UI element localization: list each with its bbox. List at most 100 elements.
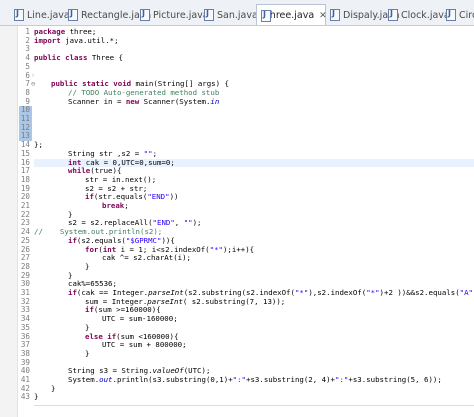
close-icon[interactable]: ✕ (319, 11, 327, 21)
code-text: ; (152, 148, 158, 158)
code-text: } (68, 270, 73, 280)
code-text: }; (34, 140, 43, 150)
fold-marker-icon[interactable]: ◦ (31, 72, 35, 81)
comment: // (34, 227, 43, 237)
code-text: UTC = sum + 800000; (102, 340, 187, 350)
code-text: cak%=65536; (68, 279, 117, 289)
code-line: UTC = sum + 800000; (102, 340, 187, 350)
java-file-icon (68, 9, 78, 21)
code-text: Three { (87, 53, 124, 63)
code-text: Scanner in = (68, 96, 126, 106)
code-text: )+2 ))&&s2.equals( (379, 288, 460, 297)
code-text: +s3.substring(5, 6)); (348, 375, 442, 384)
keyword: while (68, 166, 91, 176)
code-text: (sum <160000){ (116, 331, 179, 341)
code-text: } (85, 261, 90, 271)
keyword: int (68, 157, 82, 167)
code-text: cak ^= s2.charAt(i); (102, 253, 191, 263)
code-text: )){ (161, 235, 175, 245)
code-text: ( s2.substring(7, 13)); (182, 296, 286, 306)
tab-label: San.java (217, 9, 258, 21)
editor-bottom-divider (34, 405, 474, 406)
keyword: package (34, 27, 66, 36)
keyword: if (85, 192, 94, 202)
tab-label: Line.java (27, 9, 70, 21)
code-text: ),s2.indexOf( (308, 288, 367, 297)
code-text: sum = Integer. (85, 296, 148, 306)
code-line: cak ^= s2.charAt(i); (102, 253, 191, 263)
tab-clock-java[interactable]: Clock.java (388, 4, 450, 25)
code-text: three; (65, 27, 97, 36)
code-line: import java.util.*; (34, 35, 119, 46)
code-line: if(str.equals("END")) (85, 192, 179, 202)
code-line: public class Three { (34, 53, 124, 63)
static-method: parseInt (147, 296, 183, 306)
code-text: (true){ (90, 166, 122, 176)
code-line: Scanner in = new Scanner(System.in (68, 96, 220, 107)
string-literal: "A" (459, 288, 473, 297)
code-text: UTC = sum-160000; (102, 314, 178, 324)
tab-three-java[interactable]: Three.java ✕ (256, 4, 327, 25)
code-text: } (34, 392, 39, 402)
code-text: (s2.substring(s2.indexOf( (183, 288, 295, 297)
code-text: );i++){ (222, 244, 255, 254)
code-text: java.util.*; (60, 35, 119, 45)
tab-line-java[interactable]: Line.java (14, 4, 70, 25)
keyword: int (102, 244, 117, 254)
keyword: else if (85, 331, 117, 341)
static-method: valueOf (152, 366, 184, 376)
java-file-icon (204, 9, 214, 21)
code-text: (sum >=160000){ (93, 305, 161, 315)
keyword: break (102, 201, 125, 210)
tab-label: Three.java (264, 10, 315, 21)
java-file-icon (446, 9, 456, 21)
code-line: }; (34, 140, 43, 150)
tab-rectangle-java[interactable]: Rectangle.java (68, 4, 151, 25)
code-line: } (51, 383, 56, 394)
line-number: 43 (20, 392, 30, 402)
string-literal: "" (183, 218, 193, 228)
tab-circle[interactable]: Circle (446, 4, 474, 25)
keyword: if (68, 288, 77, 297)
java-file-icon (140, 9, 150, 21)
keyword: public class (34, 53, 88, 63)
code-text: ; (124, 201, 129, 210)
code-text: s2 = s2.replaceAll( (68, 218, 153, 228)
tab-san-java[interactable]: San.java (204, 4, 258, 25)
string-literal: "" (143, 148, 153, 158)
code-text: String s3 = String. (68, 366, 153, 376)
collapse-icon[interactable]: ⊖ (31, 80, 35, 89)
java-file-icon (330, 9, 340, 21)
code-text: (cak == Integer. (76, 288, 149, 297)
code-text: Scanner(System. (139, 96, 211, 106)
field: in (210, 96, 220, 106)
string-literal: "*" (366, 288, 380, 297)
tab-label: Picture.java (153, 9, 209, 21)
code-text: , (174, 218, 184, 228)
tab-label: Clock.java (401, 9, 450, 21)
code-text: String str ,s2 = (68, 148, 144, 158)
tab-label: Circle (459, 9, 474, 21)
string-literal: "END" (152, 218, 175, 228)
code-line: UTC = sum-160000; (102, 314, 178, 324)
string-literal: ":" (335, 375, 349, 384)
string-literal: "*" (294, 288, 309, 297)
comment: // TODO Auto-generated method stub (68, 87, 220, 97)
keyword: if (68, 235, 77, 245)
code-line: break; (102, 201, 129, 211)
code-text: cak = 0,UTC=0,sum=0; (81, 157, 175, 167)
code-text: )) (169, 192, 179, 202)
code-text: ); (192, 218, 202, 228)
comment: System.out.println(s2); (59, 227, 163, 237)
tab-picture-java[interactable]: Picture.java (140, 4, 209, 25)
static-method: parseInt (148, 288, 184, 297)
keyword: import (34, 35, 61, 45)
code-text: } (51, 383, 56, 393)
code-text: (str.equals( (93, 192, 148, 202)
code-text: +s3.substring(2, 4)+ (246, 375, 336, 384)
java-file-icon (388, 9, 398, 21)
string-literal: "*" (209, 244, 223, 254)
keyword: new (125, 96, 140, 106)
keyword: if (85, 305, 94, 315)
code-text: (UTC); (183, 366, 211, 376)
